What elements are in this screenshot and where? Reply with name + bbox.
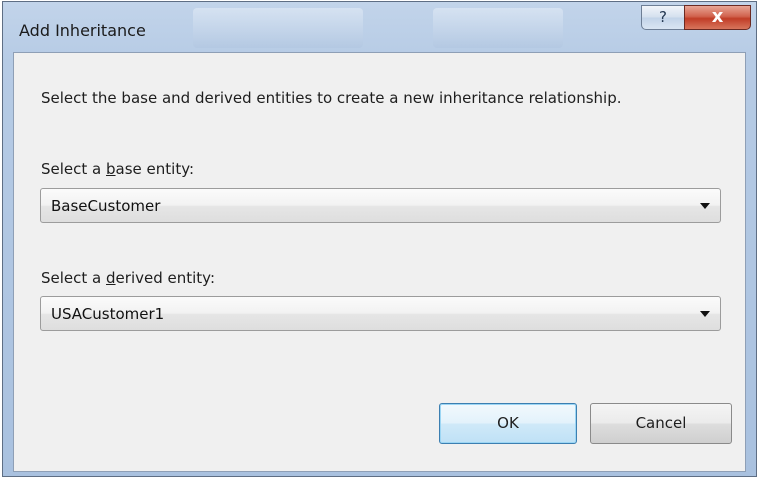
base-label-suffix: ase entity: xyxy=(115,160,195,178)
derived-label-access-key: d xyxy=(106,269,116,287)
derived-entity-label: Select a derived entity: xyxy=(41,269,215,287)
help-icon: ? xyxy=(659,8,667,26)
ok-button[interactable]: OK xyxy=(439,403,577,444)
dialog-window: Add Inheritance ? x Select the base and … xyxy=(2,1,757,477)
base-entity-label: Select a base entity: xyxy=(41,160,194,178)
chevron-down-icon xyxy=(700,311,710,317)
close-button[interactable]: x xyxy=(684,5,751,30)
base-entity-combobox[interactable]: BaseCustomer xyxy=(40,188,721,223)
base-label-prefix: Select a xyxy=(41,160,107,178)
help-button[interactable]: ? xyxy=(641,5,685,30)
dialog-client-area: Select the base and derived entities to … xyxy=(13,52,746,472)
instructions-text: Select the base and derived entities to … xyxy=(41,89,622,107)
derived-entity-combobox[interactable]: USACustomer1 xyxy=(40,296,721,331)
derived-label-prefix: Select a xyxy=(41,269,107,287)
derived-entity-value: USACustomer1 xyxy=(51,305,165,323)
window-title: Add Inheritance xyxy=(19,21,146,40)
derived-label-suffix: erived entity: xyxy=(115,269,216,287)
background-blur-tab xyxy=(433,8,563,48)
background-blur-tab xyxy=(193,8,363,48)
chevron-down-icon xyxy=(700,203,710,209)
base-entity-value: BaseCustomer xyxy=(51,197,161,215)
base-label-access-key: b xyxy=(106,160,116,178)
close-icon: x xyxy=(711,6,724,27)
cancel-button[interactable]: Cancel xyxy=(590,403,732,444)
